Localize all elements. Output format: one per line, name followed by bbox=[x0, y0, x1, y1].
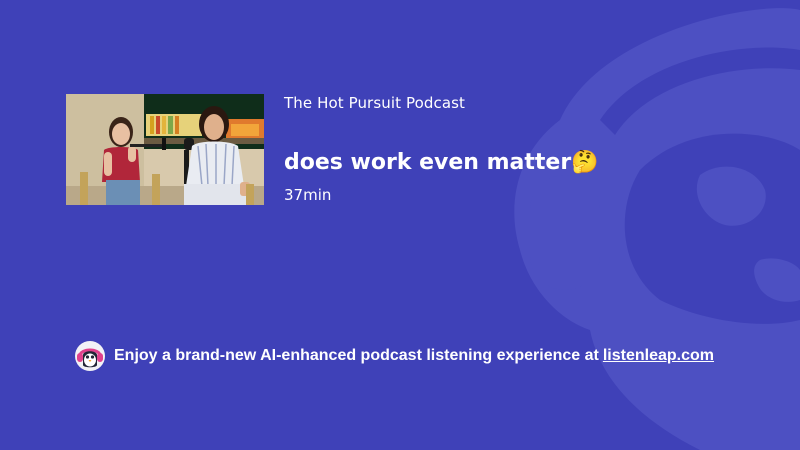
share-card: The Hot Pursuit Podcast does work even m… bbox=[0, 0, 800, 450]
penguin-headphones-icon bbox=[514, 8, 800, 450]
episode-title[interactable]: does work even matter🤔 bbox=[284, 150, 599, 175]
podcast-cover-image bbox=[66, 94, 264, 205]
promo-link[interactable]: listenleap.com bbox=[603, 347, 714, 365]
penguin-headphones-icon bbox=[75, 341, 105, 371]
episode-duration: 37min bbox=[284, 186, 332, 204]
promo-text: Enjoy a brand-new AI-enhanced podcast li… bbox=[114, 347, 599, 364]
podcast-name[interactable]: The Hot Pursuit Podcast bbox=[284, 94, 465, 112]
promo-banner: Enjoy a brand-new AI-enhanced podcast li… bbox=[75, 341, 714, 371]
